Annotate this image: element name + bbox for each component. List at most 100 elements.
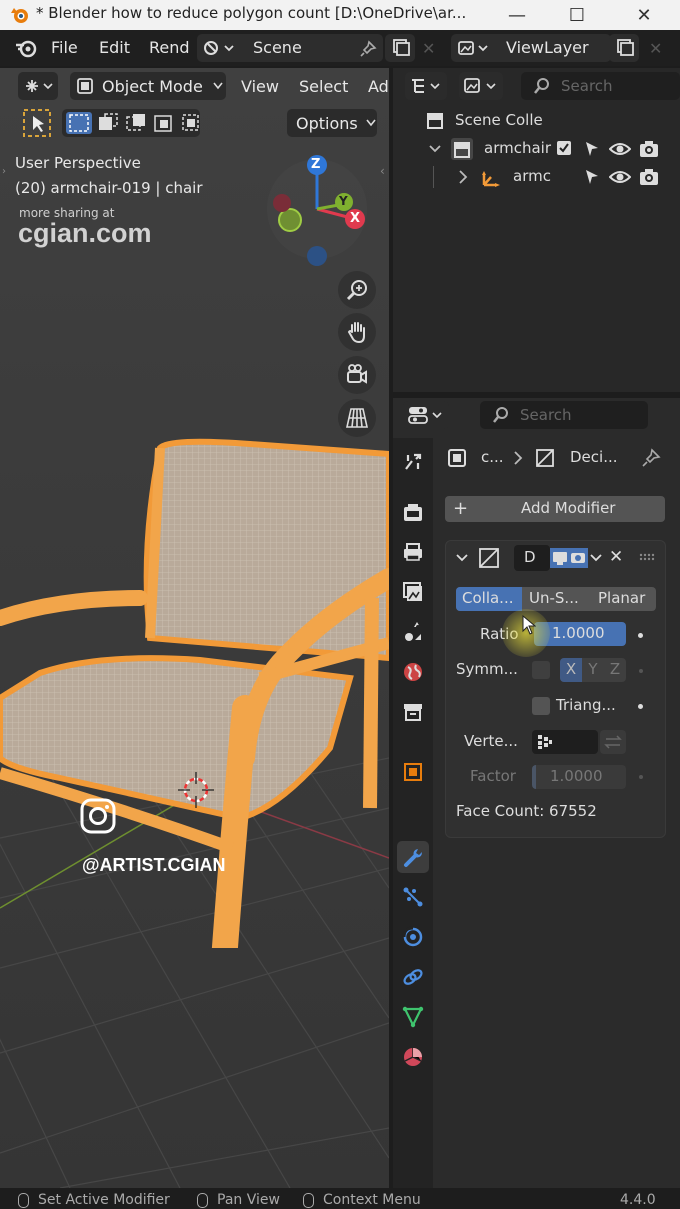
options-label: Options (296, 113, 358, 133)
properties-search-field[interactable]: Search (480, 401, 648, 429)
triangulate-label: Triang... (556, 696, 616, 714)
vertex-group-icon (536, 733, 554, 751)
mode-selector[interactable]: Object Mode (70, 72, 226, 100)
drag-handle-icon[interactable] (639, 553, 657, 561)
add-modifier-button[interactable]: + Add Modifier (445, 496, 665, 522)
chevron-right-icon[interactable] (458, 170, 468, 184)
delete-viewlayer-icon[interactable]: ✕ (649, 39, 662, 58)
collection-tab-icon[interactable] (397, 696, 429, 728)
select-tool-icon[interactable] (22, 108, 52, 138)
render-camera-icon[interactable] (639, 140, 659, 158)
properties-editor-type[interactable] (403, 401, 449, 429)
mode-tab-collapse[interactable]: Colla... (456, 587, 522, 611)
outliner-row-scene-collection[interactable]: Scene Colle (393, 108, 680, 136)
axis-x-button[interactable]: X (560, 658, 582, 682)
viewlayer-selector[interactable]: ViewLayer (451, 34, 611, 62)
outliner-row-armchair-collection[interactable]: armchair (393, 136, 680, 164)
viewport-menu-add[interactable]: Ad (368, 77, 389, 96)
viewport-display-toggle-icon[interactable] (550, 547, 588, 569)
chevron-down-icon[interactable] (456, 553, 468, 563)
display-mode-selector[interactable] (459, 72, 503, 100)
triangulate-checkbox[interactable] (532, 697, 550, 715)
axis-z-button[interactable]: Z (604, 660, 626, 678)
minimize-button[interactable]: — (487, 0, 547, 30)
maximize-button[interactable]: ☐ (547, 0, 607, 30)
world-tab-icon[interactable] (397, 656, 429, 688)
properties-tabs (393, 438, 433, 1188)
render-tab-icon[interactable] (397, 496, 429, 528)
object-tab-icon[interactable] (397, 756, 429, 788)
select-extend-icon[interactable] (96, 112, 120, 134)
mode-tab-unsubdivide[interactable]: Un-S... (523, 587, 589, 611)
selectable-arrow-icon[interactable] (583, 168, 601, 186)
perspective-toggle-icon[interactable] (338, 399, 376, 437)
select-new-icon[interactable] (66, 112, 92, 134)
search-icon (492, 406, 510, 424)
viewport-header: Object Mode View Select Ad (0, 68, 389, 104)
outliner-search-field[interactable]: Search (521, 72, 680, 100)
vertex-group-field[interactable] (532, 730, 598, 754)
symmetry-checkbox[interactable] (532, 661, 550, 679)
physics-tab-icon[interactable] (397, 921, 429, 953)
options-dropdown[interactable]: Options (287, 109, 377, 137)
select-invert-icon[interactable] (152, 112, 176, 134)
chevron-down-icon[interactable] (429, 144, 441, 154)
selectable-arrow-icon[interactable] (583, 140, 601, 158)
zoom-icon[interactable] (338, 271, 376, 309)
status-hint-pan-view: Pan View (217, 1192, 280, 1208)
selection-mode-group[interactable] (62, 109, 200, 137)
exclude-checkbox-icon[interactable] (556, 140, 572, 156)
menu-file[interactable]: File (51, 38, 78, 57)
view-layer-tab-icon[interactable] (397, 576, 429, 608)
data-tab-icon[interactable] (397, 1001, 429, 1033)
constraints-tab-icon[interactable] (397, 961, 429, 993)
blender-menu-icon[interactable] (14, 38, 38, 58)
outliner-row-armchair-object[interactable]: armc (393, 164, 680, 192)
invert-vertex-group-icon[interactable] (600, 730, 626, 754)
camera-view-icon[interactable] (338, 356, 376, 394)
close-button[interactable]: ✕ (614, 0, 674, 30)
chevron-down-icon[interactable] (590, 553, 602, 563)
breadcrumb-modifier: Deci... (570, 448, 618, 466)
tool-tab-icon[interactable] (397, 446, 429, 478)
modifier-name-field[interactable]: D (514, 545, 550, 571)
armchair-collection-label: armchair (484, 139, 551, 157)
material-tab-icon[interactable] (397, 1041, 429, 1073)
scene-selector[interactable]: Scene (197, 34, 383, 62)
menu-edit[interactable]: Edit (99, 38, 130, 57)
toolbar-toggle-icon[interactable]: › (2, 166, 6, 177)
face-count: Face Count: 67552 (456, 802, 597, 820)
select-intersect-icon[interactable] (180, 112, 202, 134)
factor-slider[interactable]: 1.0000 (532, 765, 626, 789)
remove-modifier-icon[interactable]: ✕ (609, 547, 623, 567)
render-camera-icon[interactable] (639, 168, 659, 186)
mode-tab-planar[interactable]: Planar (590, 587, 656, 611)
pan-hand-icon[interactable] (338, 313, 376, 351)
output-tab-icon[interactable] (397, 536, 429, 568)
particles-tab-icon[interactable] (397, 881, 429, 913)
scene-tab-icon[interactable] (397, 616, 429, 648)
viewport-menu-select[interactable]: Select (299, 77, 348, 96)
object-mode-icon (76, 77, 94, 95)
select-subtract-icon[interactable] (124, 112, 148, 134)
3d-viewport[interactable]: Object Mode View Select Ad Options User … (0, 68, 389, 1188)
object-icon (447, 448, 467, 468)
axis-y-button[interactable]: Y (582, 660, 604, 678)
pin-icon[interactable] (359, 40, 377, 58)
new-viewlayer-button[interactable] (609, 34, 639, 62)
keyframe-dot-icon[interactable] (638, 704, 643, 709)
modifier-tab-icon[interactable] (397, 841, 429, 873)
mode-tab-unsubdivide-label: Un-S... (529, 589, 579, 607)
new-scene-button[interactable] (385, 34, 415, 62)
keyframe-dot-icon[interactable] (638, 633, 643, 638)
outliner-editor-type[interactable] (405, 72, 447, 100)
visibility-eye-icon[interactable] (609, 141, 631, 157)
menu-render[interactable]: Rend (149, 38, 190, 57)
sidebar-toggle-icon[interactable]: ‹ (380, 164, 385, 178)
viewport-menu-view[interactable]: View (241, 77, 279, 96)
pin-icon[interactable] (641, 448, 661, 468)
editor-type-selector[interactable] (18, 72, 58, 100)
delete-scene-icon[interactable]: ✕ (422, 39, 435, 58)
vertex-group-label: Verte... (464, 732, 518, 750)
visibility-eye-icon[interactable] (609, 169, 631, 185)
